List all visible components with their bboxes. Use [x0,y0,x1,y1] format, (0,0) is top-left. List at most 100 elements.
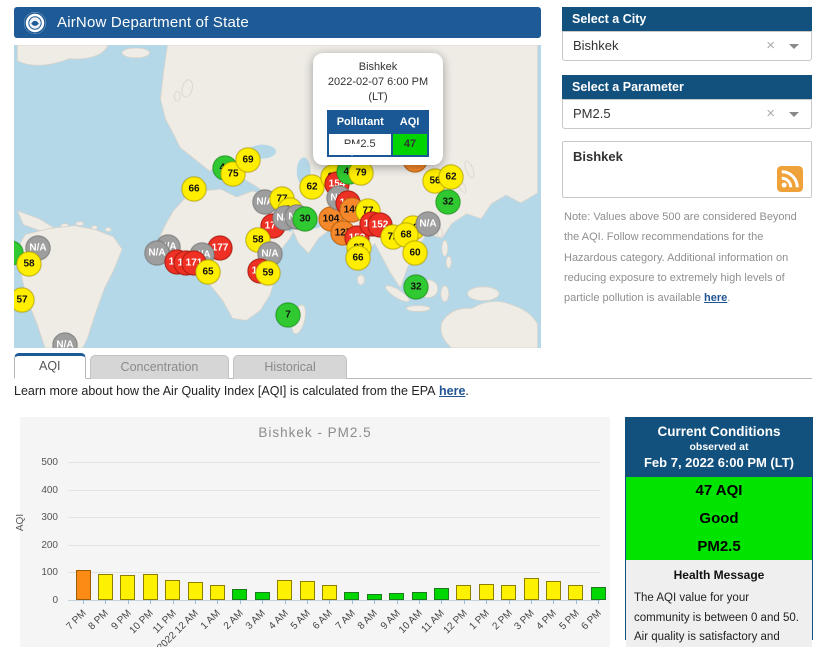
chart-plot-area: 01002003004005007 PM8 PM9 PM10 PM11 PM20… [68,462,600,601]
conditions-category: Good [626,505,812,533]
aqi-bar[interactable] [501,585,516,600]
aqi-map-marker[interactable]: 58 [17,252,42,277]
aqi-map-marker[interactable]: N/A [416,212,441,237]
x-tick [576,600,577,604]
aqi-bar[interactable] [591,587,606,600]
airnow-page: AirNow Department of State [0,0,839,647]
conditions-datetime: Feb 7, 2022 6:00 PM (LT) [630,455,808,470]
tab-historical[interactable]: Historical [233,355,346,379]
x-tick [240,600,241,604]
x-tick [262,600,263,604]
gridline [68,490,600,491]
aqi-bar[interactable] [568,585,583,600]
dept-of-state-seal-icon [23,11,47,35]
aqi-bar[interactable] [524,578,539,600]
popup-arrow [342,144,362,156]
aqi-bar[interactable] [389,593,404,600]
tab-bar: AQI Concentration Historical [14,352,812,379]
aqi-bar[interactable] [210,585,225,600]
gridline [68,517,600,518]
select-parameter-header: Select a Parameter [562,75,812,99]
aqi-map-marker[interactable]: 59 [256,261,281,286]
y-tick-label: 300 [22,512,58,523]
learn-more-text: Learn more about how the Air Quality Ind… [14,384,469,398]
aqi-bar[interactable] [165,580,180,600]
parameter-select[interactable]: PM2.5 × [562,99,812,129]
aqi-map-marker[interactable]: 66 [346,246,371,271]
rss-icon[interactable] [777,166,803,192]
aqi-map-marker[interactable]: 69 [236,148,261,173]
popup-pollutant-header: Pollutant [328,111,392,134]
world-aqi-map[interactable]: N/A5857N/A49756966N/A7717458N/A177N/AN/A… [14,45,541,348]
health-message-box: Health Message The AQI value for your co… [626,560,812,647]
popup-aqi-header: AQI [392,111,429,134]
aqi-bar-chart: Bishkek - PM2.5 AQI 01002003004005007 PM… [20,417,610,647]
aqi-bar[interactable] [232,589,247,600]
aqi-bar[interactable] [143,574,158,600]
epa-link[interactable]: here [439,384,465,398]
x-tick [464,600,465,604]
aqi-bar[interactable] [479,584,494,600]
x-tick [195,600,196,604]
x-tick [598,600,599,604]
chevron-down-icon[interactable] [789,112,799,117]
beyond-aqi-note: Note: Values above 500 are considered Be… [564,207,814,309]
city-select[interactable]: Bishkek × [562,31,812,61]
aqi-bar[interactable] [456,585,471,600]
page-title: AirNow Department of State [57,14,249,31]
x-tick [553,600,554,604]
aqi-bar[interactable] [255,592,270,600]
conditions-pollutant: PM2.5 [626,533,812,561]
aqi-map-marker[interactable]: 66 [182,177,207,202]
gridline [68,462,600,463]
clear-parameter-icon[interactable]: × [766,100,775,128]
y-tick-label: 0 [22,595,58,606]
aqi-map-marker[interactable]: 30 [293,207,318,232]
aqi-bar[interactable] [344,592,359,600]
tab-concentration[interactable]: Concentration [90,355,230,379]
city-feed-box: Bishkek [562,141,812,198]
x-tick [150,600,151,604]
aqi-bar[interactable] [546,581,561,600]
city-select-value: Bishkek [573,38,619,53]
chevron-down-icon[interactable] [789,44,799,49]
select-city-header: Select a City [562,7,812,31]
aqi-map-marker[interactable]: 32 [404,275,429,300]
gridline [68,545,600,546]
x-tick [329,600,330,604]
y-tick-label: 500 [22,457,58,468]
x-tick [285,600,286,604]
popup-city: Bishkek [318,60,438,75]
conditions-header: Current Conditions observed at Feb 7, 20… [626,418,812,477]
parameter-select-value: PM2.5 [573,106,611,121]
aqi-bar[interactable] [188,582,203,600]
aqi-bar[interactable] [120,575,135,600]
map-popup: Bishkek 2022-02-07 6:00 PM (LT) Pollutan… [313,53,443,165]
aqi-map-marker[interactable]: 65 [196,260,221,285]
x-tick [307,600,308,604]
popup-datetime: 2022-02-07 6:00 PM [318,75,438,90]
x-tick [83,600,84,604]
current-conditions-panel: Current Conditions observed at Feb 7, 20… [625,417,813,640]
x-tick [441,600,442,604]
health-message-title: Health Message [634,568,804,582]
aqi-map-marker[interactable]: 7 [276,303,301,328]
x-tick [105,600,106,604]
aqi-bar[interactable] [76,570,91,600]
clear-city-icon[interactable]: × [766,32,775,60]
note-here-link[interactable]: here [704,292,727,304]
tab-aqi[interactable]: AQI [14,353,86,379]
aqi-map-marker[interactable]: 32 [436,190,461,215]
aqi-bar[interactable] [277,580,292,600]
conditions-aqi-value: 47 AQI [626,477,812,505]
y-tick-label: 400 [22,485,58,496]
aqi-bar[interactable] [322,585,337,600]
aqi-map-marker[interactable]: 60 [403,241,428,266]
x-tick [419,600,420,604]
aqi-bar[interactable] [300,581,315,600]
x-tick [509,600,510,604]
aqi-bar[interactable] [434,588,449,600]
aqi-map-marker[interactable]: 62 [439,165,464,190]
aqi-bar[interactable] [98,574,113,600]
aqi-bar[interactable] [412,592,427,600]
